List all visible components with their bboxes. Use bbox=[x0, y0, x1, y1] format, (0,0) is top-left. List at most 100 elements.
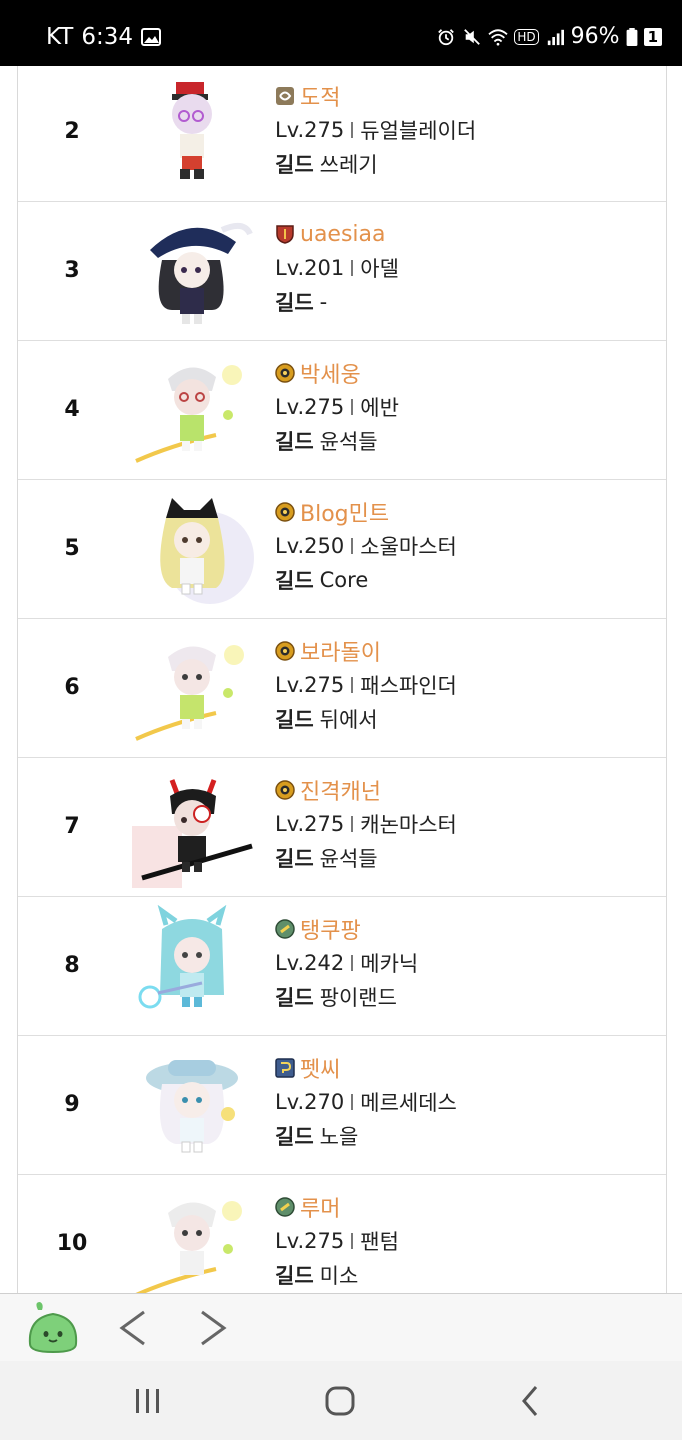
battery-percent: 96% bbox=[570, 24, 620, 49]
ranking-list: 2 도적 Lv.275 듀얼블레이더 길드 쓰레기 3 uaesiaa Lv.2… bbox=[17, 66, 667, 1293]
guild-name: 미소 bbox=[319, 1264, 359, 1288]
character-level: Lv.250 bbox=[275, 534, 345, 558]
character-level: Lv.275 bbox=[275, 1229, 345, 1253]
shield-emblem-icon bbox=[276, 225, 294, 244]
gold-coin-icon bbox=[275, 780, 295, 800]
browser-toolbar bbox=[0, 1293, 682, 1362]
character-name[interactable]: 탱쿠팡 bbox=[300, 913, 361, 945]
status-bar: KT 6:34 HD 96% 1 bbox=[0, 0, 682, 66]
character-name[interactable]: uaesiaa bbox=[300, 222, 386, 247]
blue-emblem-icon bbox=[275, 1058, 295, 1078]
character-info: uaesiaa Lv.201 아델 길드 - bbox=[275, 219, 399, 317]
ranking-row[interactable]: 5 Blog민트 Lv.250 소울마스터 길드 Core bbox=[18, 480, 666, 619]
character-name[interactable]: 도적 bbox=[300, 80, 340, 112]
guild-name: 노을 bbox=[319, 1125, 359, 1149]
character-name[interactable]: 진격캐넌 bbox=[300, 774, 381, 806]
character-job: 팬텀 bbox=[360, 1230, 399, 1254]
separator bbox=[351, 677, 354, 693]
guild-label: 길드 bbox=[275, 153, 314, 177]
ranking-row[interactable]: 8 탱쿠팡 Lv.242 메카닉 길드 팡이랜드 bbox=[18, 897, 666, 1036]
guild-label: 길드 bbox=[275, 1264, 314, 1288]
separator bbox=[351, 122, 354, 138]
character-name[interactable]: Blog민트 bbox=[300, 496, 389, 528]
guild-label: 길드 bbox=[275, 847, 314, 871]
character-job: 소울마스터 bbox=[360, 535, 457, 559]
character-avatar[interactable] bbox=[132, 349, 258, 471]
guild-name: - bbox=[319, 290, 328, 314]
character-avatar[interactable] bbox=[132, 1183, 258, 1293]
character-job: 듀얼블레이더 bbox=[360, 119, 477, 143]
character-info: 박세웅 Lv.275 에반 길드 윤석들 bbox=[275, 358, 399, 456]
character-avatar[interactable] bbox=[132, 1044, 258, 1166]
character-info: Blog민트 Lv.250 소울마스터 길드 Core bbox=[275, 497, 457, 595]
clock: 6:34 bbox=[81, 24, 134, 50]
hd-badge: HD bbox=[514, 28, 539, 45]
character-level: Lv.275 bbox=[275, 812, 345, 836]
separator bbox=[351, 399, 354, 415]
character-name[interactable]: 박세웅 bbox=[300, 357, 361, 389]
gold-coin-icon bbox=[275, 363, 295, 383]
signal-icon bbox=[547, 29, 564, 45]
browser-back-icon[interactable] bbox=[112, 1308, 156, 1348]
character-avatar[interactable] bbox=[132, 488, 258, 610]
character-level: Lv.201 bbox=[275, 256, 345, 280]
guild-label: 길드 bbox=[275, 430, 314, 454]
character-name[interactable]: 루머 bbox=[300, 1191, 340, 1223]
browser-forward-icon[interactable] bbox=[190, 1308, 234, 1348]
separator bbox=[351, 538, 354, 554]
character-level: Lv.275 bbox=[275, 395, 345, 419]
character-info: 펫씨 Lv.270 메르세데스 길드 노을 bbox=[275, 1053, 457, 1151]
system-navigation-bar bbox=[0, 1361, 682, 1440]
rank-number: 3 bbox=[64, 258, 80, 283]
character-info: 루머 Lv.275 팬텀 길드 미소 bbox=[275, 1192, 399, 1290]
character-job: 메카닉 bbox=[360, 952, 419, 976]
ranking-row[interactable]: 10 루머 Lv.275 팬텀 길드 미소 bbox=[18, 1175, 666, 1293]
sim-badge: 1 bbox=[643, 27, 662, 46]
ranking-row[interactable]: 7 진격캐넌 Lv.275 캐논마스터 길드 윤석들 bbox=[18, 758, 666, 897]
ranking-list-viewport[interactable]: 2 도적 Lv.275 듀얼블레이더 길드 쓰레기 3 uaesiaa Lv.2… bbox=[0, 66, 682, 1293]
character-info: 탱쿠팡 Lv.242 메카닉 길드 팡이랜드 bbox=[275, 914, 418, 1012]
character-name[interactable]: 보라돌이 bbox=[300, 635, 381, 667]
rank-number: 6 bbox=[64, 675, 80, 700]
mute-icon bbox=[464, 28, 481, 45]
character-avatar[interactable] bbox=[132, 766, 258, 888]
gold-coin-icon bbox=[275, 502, 295, 522]
battery-icon bbox=[626, 27, 637, 46]
guild-name: 윤석들 bbox=[319, 430, 378, 454]
separator bbox=[351, 955, 354, 971]
separator bbox=[351, 1094, 354, 1110]
guild-label: 길드 bbox=[275, 708, 314, 732]
system-back-icon[interactable] bbox=[510, 1381, 550, 1421]
guild-label: 길드 bbox=[275, 1125, 314, 1149]
character-job: 캐논마스터 bbox=[360, 813, 457, 837]
guild-label: 길드 bbox=[275, 986, 314, 1010]
ranking-row[interactable]: 3 uaesiaa Lv.201 아델 길드 - bbox=[18, 202, 666, 341]
thief-emblem-icon bbox=[276, 87, 294, 105]
ranking-row[interactable]: 6 보라돌이 Lv.275 패스파인더 길드 뒤에서 bbox=[18, 619, 666, 758]
character-job: 메르세데스 bbox=[360, 1091, 457, 1115]
character-avatar[interactable] bbox=[132, 210, 258, 332]
ranking-row[interactable]: 9 펫씨 Lv.270 메르세데스 길드 노을 bbox=[18, 1036, 666, 1175]
character-job: 에반 bbox=[360, 396, 399, 420]
character-avatar[interactable] bbox=[132, 74, 258, 196]
wifi-icon bbox=[488, 28, 508, 46]
character-info: 보라돌이 Lv.275 패스파인더 길드 뒤에서 bbox=[275, 636, 457, 734]
character-avatar[interactable] bbox=[132, 627, 258, 749]
home-icon[interactable] bbox=[320, 1381, 360, 1421]
character-avatar[interactable] bbox=[132, 905, 258, 1027]
slime-logo-icon[interactable] bbox=[24, 1300, 82, 1354]
character-level: Lv.270 bbox=[275, 1090, 345, 1114]
guild-name: Core bbox=[319, 568, 369, 592]
character-level: Lv.275 bbox=[275, 673, 345, 697]
status-left: KT 6:34 bbox=[46, 24, 162, 50]
character-level: Lv.242 bbox=[275, 951, 345, 975]
guild-name: 뒤에서 bbox=[319, 708, 378, 732]
gold-coin-icon bbox=[275, 641, 295, 661]
recent-apps-icon[interactable] bbox=[128, 1383, 168, 1419]
ranking-row[interactable]: 2 도적 Lv.275 듀얼블레이더 길드 쓰레기 bbox=[18, 66, 666, 202]
character-name[interactable]: 펫씨 bbox=[300, 1052, 340, 1084]
ranking-row[interactable]: 4 박세웅 Lv.275 에반 길드 윤석들 bbox=[18, 341, 666, 480]
rank-number: 2 bbox=[64, 119, 80, 144]
rank-number: 4 bbox=[64, 397, 80, 422]
alarm-icon bbox=[438, 28, 455, 45]
